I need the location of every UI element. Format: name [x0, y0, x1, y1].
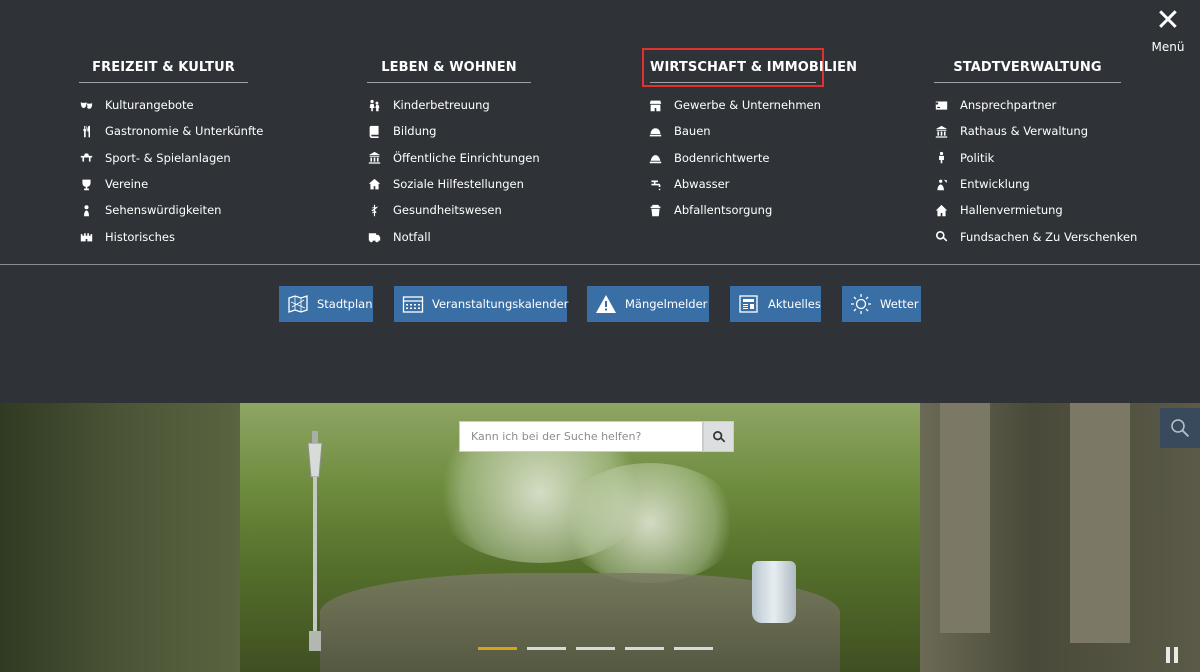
slider-dot[interactable] [576, 647, 615, 650]
quick-link-wetter[interactable]: Wetter [842, 286, 921, 322]
menu-item-oeffentliche-einrichtungen[interactable]: Öffentliche Einrichtungen [367, 145, 540, 171]
quick-link-maengelmelder[interactable]: Mängelmelder [587, 286, 709, 322]
helping-hands-icon [367, 177, 381, 191]
faucet-icon [648, 177, 662, 191]
menu-item-politik[interactable]: Politik [934, 145, 1137, 171]
land-value-icon [648, 151, 662, 165]
close-menu-button[interactable]: ✕ Menü [1148, 6, 1188, 55]
column-heading[interactable]: LEBEN & WOHNEN [367, 60, 531, 83]
storefront-icon [648, 98, 662, 112]
castle-icon [79, 230, 93, 244]
newspaper-icon [738, 293, 760, 315]
house-icon [934, 203, 948, 217]
column-heading[interactable]: WIRTSCHAFT & IMMOBILIEN [650, 60, 857, 83]
menu-item-abfallentsorgung[interactable]: Abfallentsorgung [648, 197, 821, 223]
hard-hat-icon [648, 124, 662, 138]
menu-item-soziale-hilfestellungen[interactable]: Soziale Hilfestellungen [367, 171, 540, 197]
menu-item-ansprechpartner[interactable]: Ansprechpartner [934, 92, 1137, 118]
development-icon [934, 177, 948, 191]
playground-icon [79, 151, 93, 165]
ambulance-icon [367, 230, 381, 244]
slider-indicators [478, 647, 713, 650]
hero-image-slider [0, 403, 1200, 672]
politics-icon [934, 151, 948, 165]
column-heading[interactable]: FREIZEIT & KULTUR [79, 60, 248, 83]
side-search-button[interactable] [1160, 408, 1200, 448]
children-icon [367, 98, 381, 112]
calendar-icon [402, 293, 424, 315]
menu-divider [0, 264, 1200, 265]
menu-item-vereine[interactable]: Vereine [79, 171, 263, 197]
warning-icon [595, 293, 617, 315]
hero-background-blossom [560, 463, 740, 583]
menu-item-kulturangebote[interactable]: Kulturangebote [79, 92, 263, 118]
menu-item-abwasser[interactable]: Abwasser [648, 171, 821, 197]
menu-item-gesundheitswesen[interactable]: Gesundheitswesen [367, 197, 540, 223]
quick-link-veranstaltungskalender[interactable]: Veranstaltungskalender [394, 286, 568, 322]
hero-background-trunk [940, 403, 990, 633]
hero-background-lamp [307, 431, 323, 651]
slider-dot[interactable] [527, 647, 566, 650]
contact-card-icon [934, 98, 948, 112]
menu-item-list: Gewerbe & Unternehmen Bauen Bodenrichtwe… [648, 92, 821, 223]
book-icon [367, 124, 381, 138]
landmark-icon [79, 203, 93, 217]
slider-dot[interactable] [674, 647, 713, 650]
menu-item-bildung[interactable]: Bildung [367, 118, 540, 144]
menu-item-bauen[interactable]: Bauen [648, 118, 821, 144]
menu-item-historisches[interactable]: Historisches [79, 223, 263, 249]
menu-item-notfall[interactable]: Notfall [367, 223, 540, 249]
quick-link-aktuelles[interactable]: Aktuelles [730, 286, 821, 322]
menu-item-fundsachen[interactable]: Fundsachen & Zu Verschenken [934, 223, 1137, 249]
search-icon [934, 230, 948, 244]
pause-icon-bar [1174, 647, 1178, 663]
menu-item-gastronomie[interactable]: Gastronomie & Unterkünfte [79, 118, 263, 144]
caduceus-icon [367, 203, 381, 217]
hero-background-trunk [1070, 403, 1130, 643]
navigation-menu: ✕ Menü FREIZEIT & KULTUR Kulturangebote … [0, 0, 1200, 403]
menu-item-list: Ansprechpartner Rathaus & Verwaltung Pol… [934, 92, 1137, 250]
sun-icon [850, 293, 872, 315]
menu-item-rathaus-verwaltung[interactable]: Rathaus & Verwaltung [934, 118, 1137, 144]
search-icon [1171, 419, 1190, 438]
hero-background-bucket [752, 561, 796, 623]
search-icon [712, 430, 725, 442]
column-heading[interactable]: STADTVERWALTUNG [934, 60, 1121, 83]
theater-masks-icon [79, 98, 93, 112]
menu-item-sport-spielanlagen[interactable]: Sport- & Spielanlagen [79, 145, 263, 171]
slider-dot[interactable] [478, 647, 517, 650]
menu-item-bodenrichtwerte[interactable]: Bodenrichtwerte [648, 145, 821, 171]
slider-dot[interactable] [625, 647, 664, 650]
trophy-icon [79, 177, 93, 191]
town-hall-icon [934, 124, 948, 138]
public-building-icon [367, 151, 381, 165]
close-icon[interactable]: ✕ [1148, 6, 1188, 36]
menu-item-hallenvermietung[interactable]: Hallenvermietung [934, 197, 1137, 223]
pause-icon [1166, 647, 1170, 663]
search-box [459, 421, 703, 452]
map-icon [287, 293, 309, 315]
search-button[interactable] [703, 421, 734, 452]
menu-item-list: Kinderbetreuung Bildung Öffentliche Einr… [367, 92, 540, 250]
menu-item-gewerbe-unternehmen[interactable]: Gewerbe & Unternehmen [648, 92, 821, 118]
close-menu-label: Menü [1151, 40, 1185, 54]
menu-item-entwicklung[interactable]: Entwicklung [934, 171, 1137, 197]
fork-knife-icon [79, 124, 93, 138]
hero-background-tree-left [0, 403, 240, 672]
menu-item-sehenswuerdigkeiten[interactable]: Sehenswürdigkeiten [79, 197, 263, 223]
pause-slider-button[interactable] [1166, 647, 1178, 663]
quick-link-stadtplan[interactable]: Stadtplan [279, 286, 373, 322]
search-input[interactable] [471, 430, 691, 443]
menu-item-list: Kulturangebote Gastronomie & Unterkünfte… [79, 92, 263, 250]
menu-item-kinderbetreuung[interactable]: Kinderbetreuung [367, 92, 540, 118]
trash-bin-icon [648, 203, 662, 217]
